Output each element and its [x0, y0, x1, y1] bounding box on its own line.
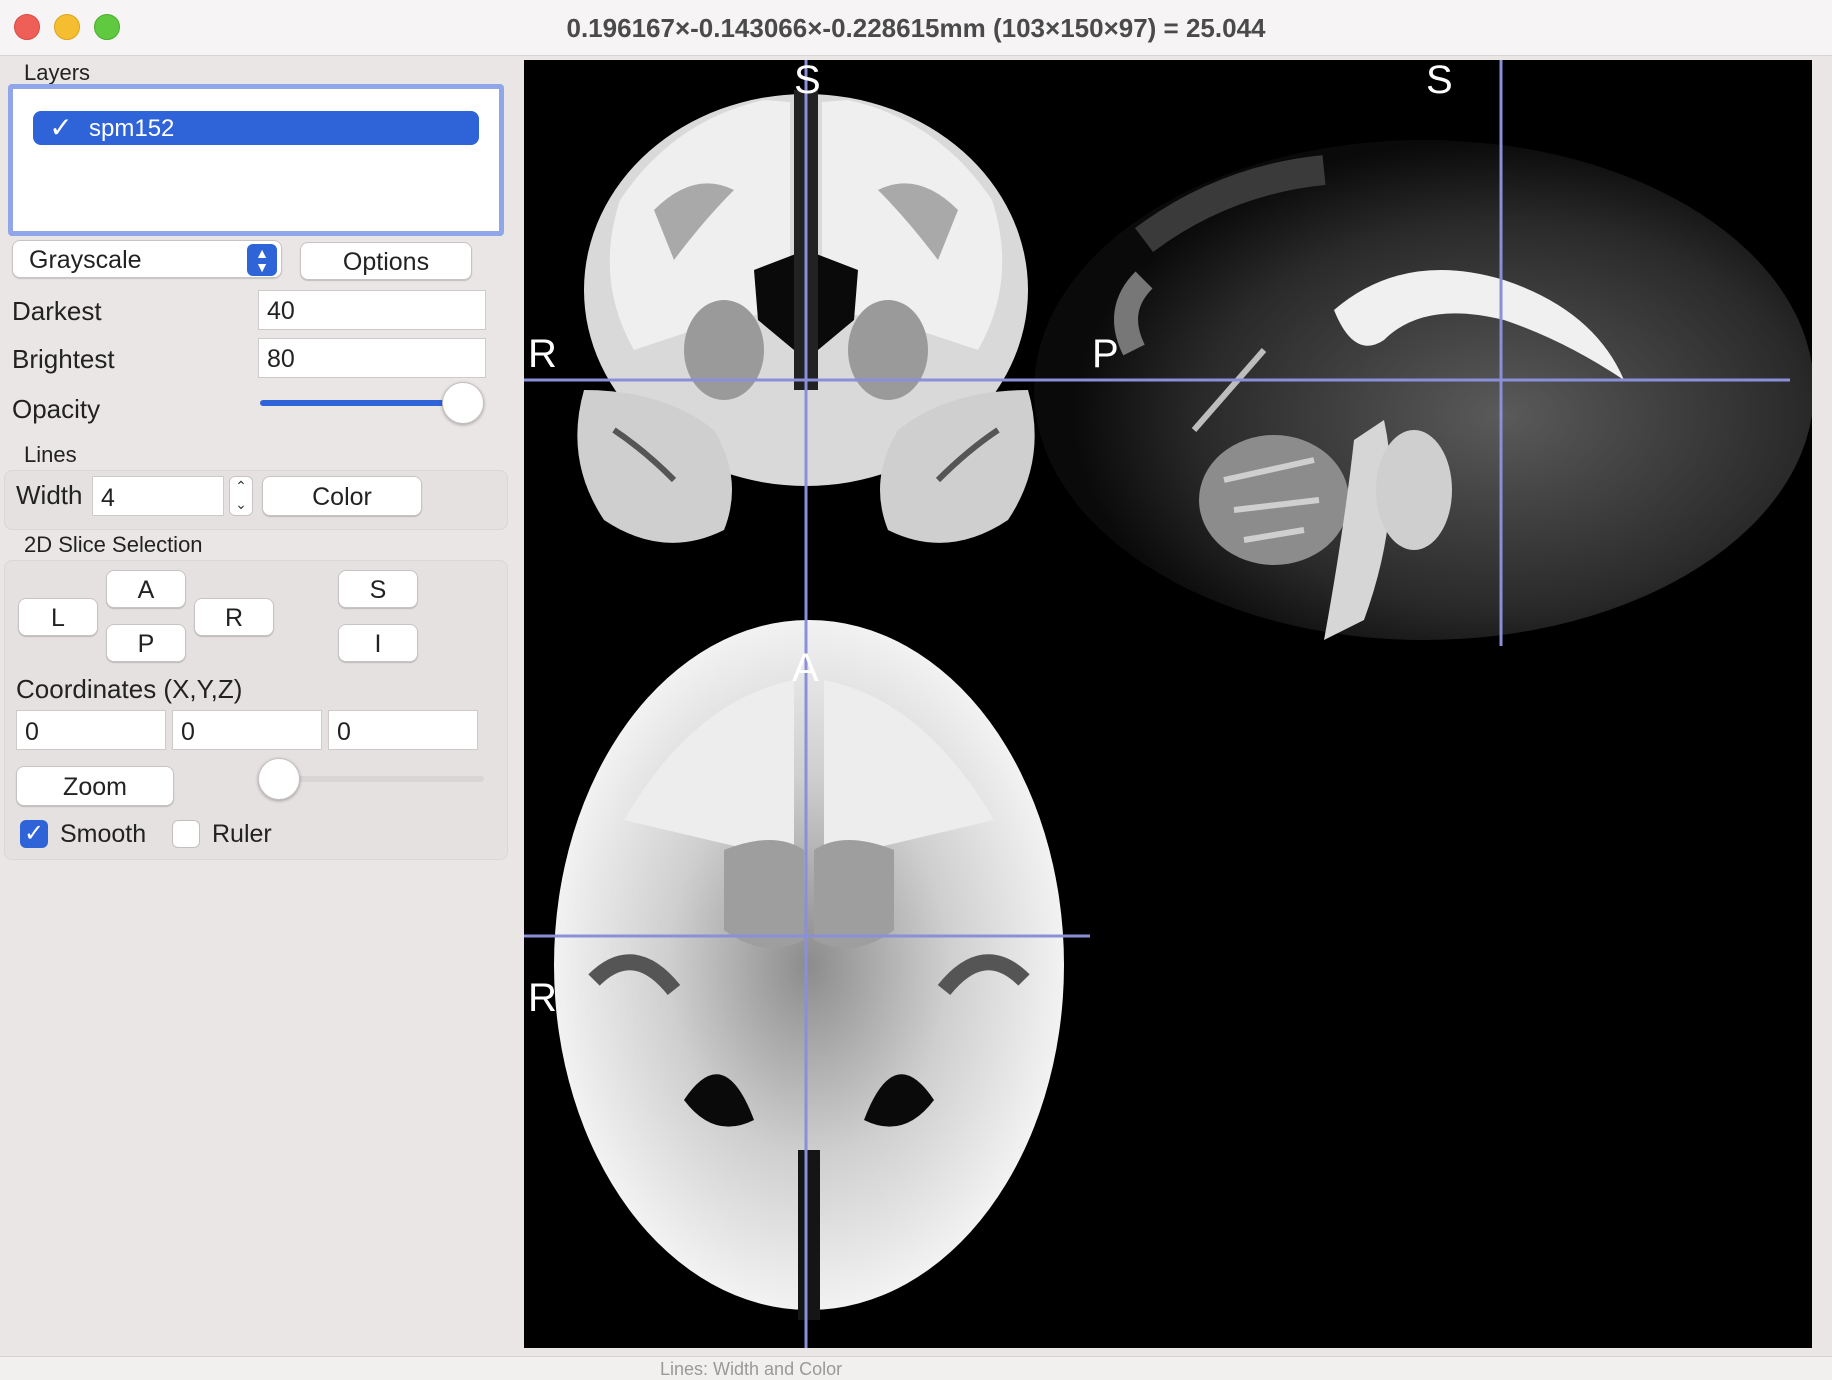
title-bar: 0.196167×-0.143066×-0.228615mm (103×150×… — [0, 0, 1832, 56]
axial-right-label: R — [528, 976, 557, 1020]
layers-list[interactable]: ✓ spm152 — [8, 84, 504, 236]
darkest-label: Darkest — [12, 296, 102, 326]
zoom-button[interactable]: Zoom — [16, 766, 174, 806]
slice-inferior-button[interactable]: I — [338, 624, 418, 662]
control-panel: Layers ✓ spm152 Grayscale ▲ ▼ Options Dar… — [0, 56, 516, 1356]
opacity-slider-knob[interactable] — [442, 382, 484, 424]
sagittal-posterior-label: P — [1092, 332, 1119, 376]
coordinate-x-input[interactable]: 0 — [16, 710, 166, 750]
slice-viewer[interactable]: S R S P A R — [524, 60, 1812, 1348]
sagittal-slice — [1034, 140, 1812, 640]
options-button[interactable]: Options — [300, 242, 472, 280]
axial-slice — [554, 620, 1064, 1320]
coronal-superior-label: S — [794, 60, 821, 102]
slice-anterior-button[interactable]: A — [106, 570, 186, 608]
app-window: 0.196167×-0.143066×-0.228615mm (103×150×… — [0, 0, 1832, 1380]
slice-posterior-button[interactable]: P — [106, 624, 186, 662]
slice-left-button[interactable]: L — [18, 598, 98, 636]
layers-section-label: Layers — [24, 60, 91, 85]
layer-visibility-checkbox[interactable]: ✓ — [47, 114, 75, 142]
darkest-input[interactable]: 40 — [258, 290, 486, 330]
colormap-value: Grayscale — [29, 246, 142, 274]
ruler-label: Ruler — [212, 820, 272, 848]
coordinate-z-input[interactable]: 0 — [328, 710, 478, 750]
opacity-label: Opacity — [12, 394, 101, 424]
colormap-select[interactable]: Grayscale ▲ ▼ — [12, 240, 282, 278]
coordinate-y-input[interactable]: 0 — [172, 710, 322, 750]
select-arrows-icon: ▲ ▼ — [247, 244, 277, 276]
smooth-label: Smooth — [60, 820, 147, 848]
axial-anterior-label: A — [792, 646, 819, 690]
slice-selection-section-label: 2D Slice Selection — [24, 532, 203, 557]
line-color-button[interactable]: Color — [262, 476, 422, 516]
brightest-input[interactable]: 80 — [258, 338, 486, 378]
layer-item-spm152[interactable]: ✓ spm152 — [33, 111, 479, 145]
ruler-checkbox[interactable] — [172, 820, 200, 848]
brightest-label: Brightest — [12, 344, 115, 374]
lines-section-label: Lines — [24, 442, 77, 467]
status-text: Lines: Width and Color — [660, 1359, 843, 1379]
window-title: 0.196167×-0.143066×-0.228615mm (103×150×… — [566, 13, 1266, 43]
coordinates-label: Coordinates (X,Y,Z) — [16, 674, 243, 704]
layer-name: spm152 — [89, 115, 175, 142]
brain-slices-canvas — [524, 60, 1812, 1348]
slice-superior-button[interactable]: S — [338, 570, 418, 608]
smooth-checkbox[interactable]: ✓ — [20, 820, 48, 848]
line-width-input[interactable]: 4 — [92, 476, 224, 516]
line-width-stepper[interactable]: ⌃ ⌄ — [229, 476, 253, 516]
opacity-slider-track[interactable] — [260, 400, 466, 406]
slice-right-button[interactable]: R — [194, 598, 274, 636]
line-width-label: Width — [16, 480, 83, 510]
status-bar: Lines: Width and Color — [0, 1356, 1832, 1380]
coronal-right-label: R — [528, 332, 557, 376]
sagittal-superior-label: S — [1426, 60, 1453, 102]
zoom-slider-knob[interactable] — [258, 758, 300, 800]
